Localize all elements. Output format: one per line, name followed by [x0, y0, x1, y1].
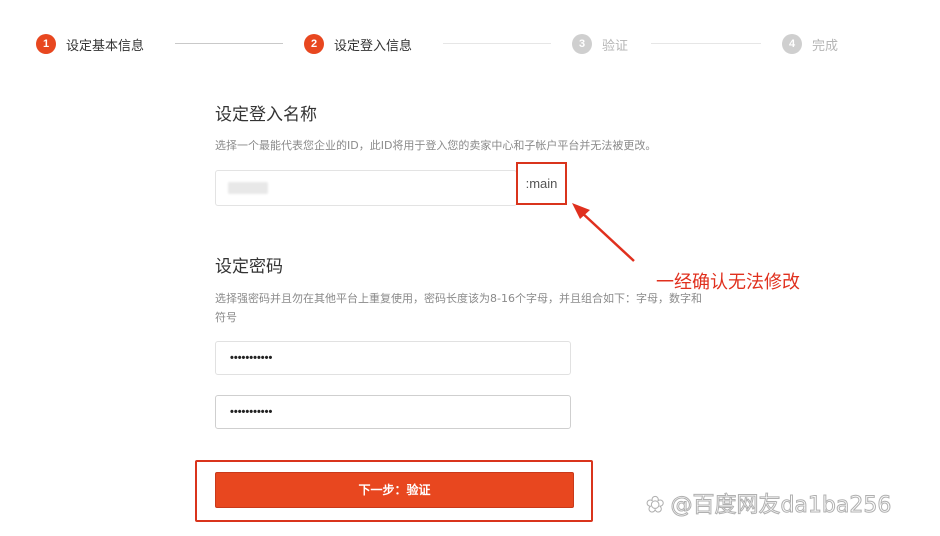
blurred-login-name — [228, 182, 268, 194]
step-1-label: 设定基本信息 — [66, 38, 145, 54]
step-2-number: 2 — [304, 34, 324, 54]
confirm-password-input[interactable] — [215, 395, 571, 429]
next-verify-button[interactable]: 下一步：验证 — [215, 472, 574, 508]
step-2: 2 设定登入信息 — [304, 33, 412, 55]
login-name-input[interactable] — [215, 170, 517, 206]
watermark: ✿ @百度网友da1ba256 — [645, 487, 892, 519]
step-3-label: 验证 — [602, 38, 629, 54]
step-connector-3 — [651, 43, 761, 44]
step-2-label: 设定登入信息 — [334, 38, 413, 54]
step-3: 3 验证 — [572, 33, 628, 55]
step-1-number: 1 — [36, 34, 56, 54]
step-1: 1 设定基本信息 — [36, 33, 144, 55]
progress-stepper: 1 设定基本信息 2 设定登入信息 3 验证 4 完成 — [0, 0, 940, 90]
annotation-arrow-icon — [572, 203, 635, 262]
password-input[interactable] — [215, 341, 571, 375]
step-3-number: 3 — [572, 34, 592, 54]
password-description: 选择强密码并且勿在其他平台上重复使用，密码长度该为8-16个字母，并且组合如下：… — [215, 292, 702, 324]
login-name-title: 设定登入名称 — [215, 105, 317, 125]
step-4-number: 4 — [782, 34, 802, 54]
login-name-suffix-text: :main — [525, 176, 558, 191]
paw-icon: ✿ — [645, 493, 665, 519]
watermark-text: @百度网友da1ba256 — [670, 493, 892, 519]
password-title: 设定密码 — [215, 257, 283, 277]
step-connector-2 — [443, 43, 551, 44]
step-connector-1 — [175, 43, 283, 44]
step-4: 4 完成 — [782, 33, 838, 55]
login-name-description: 选择一个最能代表您企业的ID，此ID将用于登入您的卖家中心和子帐户平台并无法被更… — [215, 139, 657, 152]
step-4-label: 完成 — [812, 38, 839, 54]
